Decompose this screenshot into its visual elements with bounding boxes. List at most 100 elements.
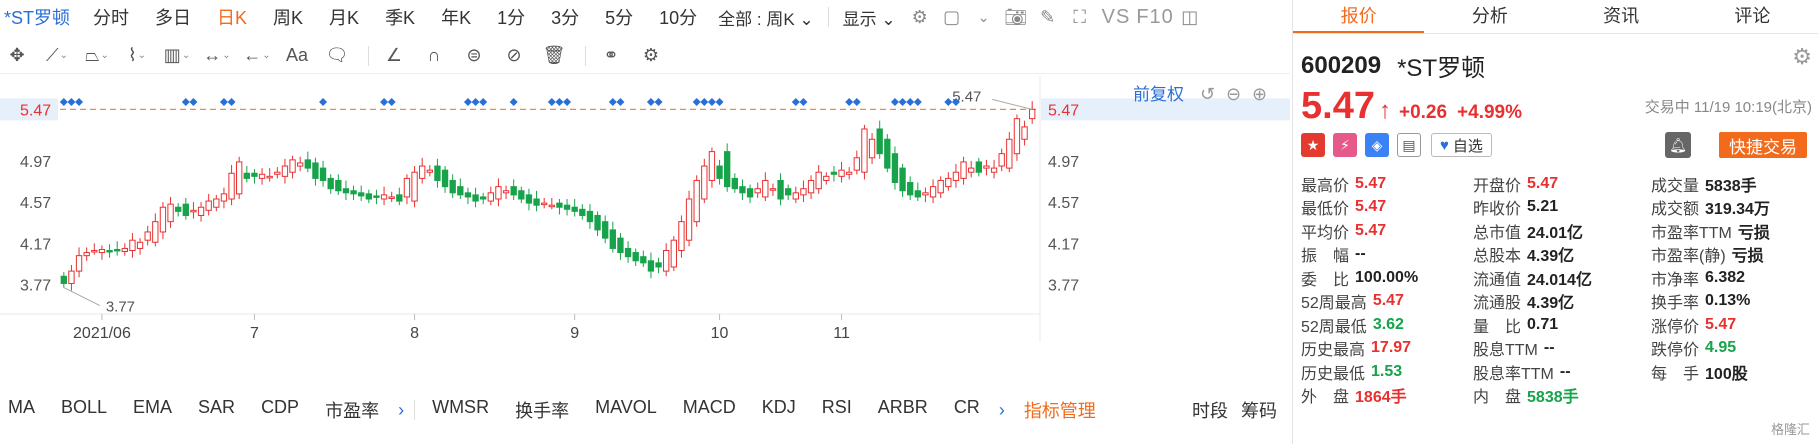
crosshair-move-icon[interactable]: ✥ [0,41,34,71]
indicator-item[interactable]: BOLL [48,397,120,423]
indicator-item[interactable]: KDJ [749,397,809,423]
adjust-mode-button[interactable]: 前复权 [1133,80,1184,105]
quote-tab[interactable]: 评论 [1687,0,1818,33]
candle-down [716,165,723,179]
wave-tool-icon[interactable]: ⌇ ⌄ [120,41,154,71]
all-period-select[interactable]: 全部 : 周K ⌄ [710,5,822,30]
lock-icon[interactable]: ⊜ [457,41,491,71]
china-flag-icon: ★ [1301,133,1325,157]
vs-compare-button[interactable]: VS [1102,6,1131,29]
period-tab[interactable]: 10分 [646,4,710,30]
candle-up [152,221,159,243]
f10-button[interactable]: F10 [1136,6,1173,29]
chip-distribution-button[interactable]: 筹码 [1241,397,1290,423]
indicator-item[interactable]: 市盈率 [312,397,392,423]
stat-label: 外 盘 [1301,389,1350,407]
range-tool-icon[interactable]: ↔ ⌄ [200,41,234,71]
undo-icon[interactable]: ↺ [1200,84,1215,105]
period-tab[interactable]: 3分 [538,4,592,30]
period-tab[interactable]: 日K [204,4,260,30]
bell-icon[interactable]: 🔔︎ [1665,132,1691,158]
y-tick-right: 4.57 [1048,195,1079,212]
stat-cell: 昨收价 5.21 [1473,195,1651,219]
indicator-item[interactable]: SAR [185,397,248,423]
angle-icon[interactable]: ∠ [377,41,411,71]
y-tick-left: 4.57 [20,195,51,212]
link-icon[interactable]: ⚭ [594,41,628,71]
stat-label: 跌停价 [1651,342,1700,360]
y-tick-right: 4.17 [1048,236,1079,253]
stock-name-link[interactable]: *ST罗顿 [0,4,80,30]
stat-value: 0.71 [1527,315,1559,333]
comment-icon[interactable]: 🗨︎ [320,41,354,71]
add-watchlist-button[interactable]: ♥ 自选 [1431,133,1492,157]
candle-down [449,179,456,194]
arrow-tool-icon[interactable]: ← ⌄ [240,41,274,71]
candle-up [167,203,174,223]
period-tab[interactable]: 周K [260,4,316,30]
settings-icon[interactable]: ⚙ [634,41,668,71]
indicator-manage-button[interactable]: 指标管理 [1011,397,1109,423]
quote-tab[interactable]: 资讯 [1556,0,1687,33]
line-tool-icon[interactable]: ⟋ ⌄ [40,41,74,71]
zoom-out-icon[interactable]: ⊖ [1226,84,1241,105]
period-tab[interactable]: 1分 [484,4,538,30]
indicator-item[interactable]: ARBR [865,397,941,423]
candle-down [647,260,655,272]
indicator-item[interactable]: MACD [670,397,749,423]
camera-icon[interactable]: 📷︎ [1002,3,1030,31]
candle-up [952,171,960,181]
fib-tool-icon[interactable]: ▥ ⌄ [160,41,194,71]
indicator-item[interactable]: WMSR [419,397,502,423]
candle-down [785,188,792,196]
stat-label: 市盈率(静) [1651,248,1726,266]
pencil-icon[interactable]: ✎ [1034,3,1062,31]
candle-up [1006,138,1013,169]
stat-label: 最高价 [1301,177,1350,195]
candle-up [495,186,502,200]
hide-icon[interactable]: ⊘ [497,41,531,71]
indicator-item[interactable]: CDP [248,397,312,423]
candle-up [91,250,98,253]
indicator-item[interactable]: 换手率 [502,397,582,423]
trash-icon[interactable]: 🗑︎ [537,41,571,71]
indicator-item[interactable]: EMA [120,397,185,423]
indicator-item[interactable]: RSI [809,397,865,423]
fullscreen-icon[interactable]: ⛶ [1066,3,1094,31]
quote-tab[interactable]: 报价 [1293,0,1425,33]
channel-tool-icon[interactable]: ⏢ ⌄ [80,41,114,71]
candle-up [762,179,769,198]
candle-down [563,204,571,210]
quick-trade-button[interactable]: 快捷交易 [1719,132,1807,158]
stat-label: 市盈率TTM [1651,224,1732,242]
period-tab[interactable]: 5分 [592,4,646,30]
chevron-right-icon[interactable]: › [993,400,1011,421]
indicator-item[interactable]: MA [0,397,48,423]
text-tool-icon[interactable]: Aa [280,41,314,71]
quote-actions: ★ ⚡ ◈ ▤ ♥ 自选 🔔︎ 快捷交易 [1301,132,1811,158]
period-tab[interactable]: 月K [316,4,372,30]
indicator-item[interactable]: CR [941,397,993,423]
magnet-icon[interactable]: ∩ [417,41,451,71]
stat-cell: 历史最高 17.97 [1301,336,1473,360]
time-period-button[interactable]: 时段 [1179,397,1241,423]
chevron-right-icon[interactable]: › [392,400,410,421]
period-tab[interactable]: 季K [372,4,428,30]
chevron-down-icon[interactable]: ⌄ [970,3,998,31]
color-square-icon[interactable]: ▢ [938,3,966,31]
stat-cell: 市净率 6.382 [1651,266,1813,290]
stat-cell: 历史最低 1.53 [1301,360,1473,384]
stat-cell: 流通值 24.014亿 [1473,266,1651,290]
period-tab[interactable]: 年K [428,4,484,30]
quote-tab[interactable]: 分析 [1424,0,1555,33]
settings-icon[interactable]: ⚙ [906,3,934,31]
candle-up [678,221,685,252]
display-menu[interactable]: 显示 ⌄ [835,5,904,30]
period-tab[interactable]: 多日 [142,4,204,30]
indicator-item[interactable]: MAVOL [582,397,670,423]
note-icon[interactable]: ▤ [1397,133,1421,157]
sidebar-toggle-icon[interactable]: ◫ [1176,3,1204,31]
zoom-in-icon[interactable]: ⊕ [1252,84,1267,105]
period-tab[interactable]: 分时 [80,4,142,30]
kline-chart[interactable]: 4.97 4.97 4.57 4.57 4.17 4.17 3.77 3.77 5.47 5.47… [0,76,1290,382]
